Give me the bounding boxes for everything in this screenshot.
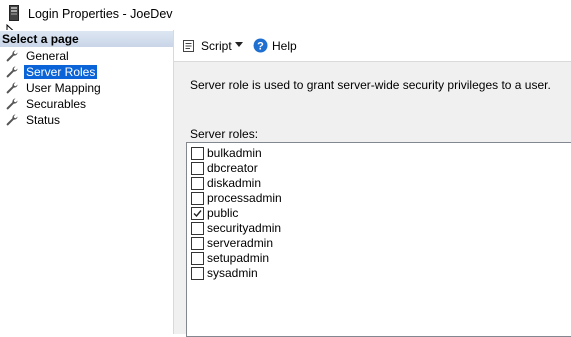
role-checkbox[interactable] [191,192,204,205]
title-bar: Login Properties - JoeDev [0,0,571,30]
checkmark-icon [193,210,202,218]
svg-text:?: ? [257,41,264,53]
description-text: Server role is used to grant server-wide… [190,78,551,92]
role-name: setupadmin [207,251,270,265]
page-item-status[interactable]: Status [0,112,173,128]
help-icon[interactable]: ? [253,38,268,53]
script-icon[interactable] [182,39,196,53]
page-item-label: Status [26,113,61,127]
role-name: public [207,206,239,220]
wrench-icon [6,66,18,78]
role-name: serveradmin [207,236,274,250]
role-name: dbcreator [207,161,258,175]
role-checkbox[interactable] [191,222,204,235]
script-button[interactable]: Script [201,38,232,54]
page-item-label: Securables [26,97,87,111]
page-item-securables[interactable]: Securables [0,96,173,112]
role-checkbox[interactable] [191,237,204,250]
role-checkbox[interactable] [191,252,204,265]
role-checkbox[interactable] [191,207,204,220]
server-roles-panel: Server role is used to grant server-wide… [174,62,571,337]
role-checkbox[interactable] [191,147,204,160]
wrench-icon [6,82,18,94]
role-checkbox[interactable] [191,177,204,190]
page-item-label: Server Roles [22,64,99,80]
role-name: diskadmin [207,176,262,190]
page-item-user-mapping[interactable]: User Mapping [0,80,173,96]
server-roles-list: bulkadmin dbcreator diskadmin processadm… [186,142,571,337]
role-name: processadmin [207,191,282,205]
page-selector-pane: Select a page General Server Roles User … [0,30,174,334]
role-name: bulkadmin [207,146,262,160]
toolbar: Script ? Help [174,30,571,62]
page-item-general[interactable]: General [0,48,173,64]
select-page-header: Select a page [0,31,173,47]
server-icon [9,5,19,21]
page-item-label: General [26,49,69,63]
page-list: General Server Roles User Mapping Secura… [0,48,173,128]
help-button[interactable]: Help [272,38,297,54]
role-name: securityadmin [207,221,282,235]
wrench-icon [6,50,18,62]
role-name: sysadmin [207,266,258,280]
role-checkbox[interactable] [191,267,204,280]
page-item-label: User Mapping [26,81,101,95]
wrench-icon [6,98,18,110]
window-title: Login Properties - JoeDev [28,7,173,21]
chevron-down-icon[interactable] [235,42,243,47]
server-roles-label: Server roles: [190,127,259,141]
page-item-server-roles[interactable]: Server Roles [0,64,173,80]
role-checkbox[interactable] [191,162,204,175]
wrench-icon [6,114,18,126]
